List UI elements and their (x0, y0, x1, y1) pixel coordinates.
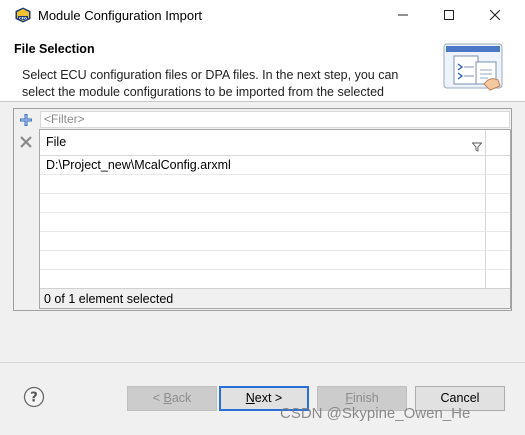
table-row[interactable] (40, 270, 510, 289)
remove-file-button[interactable] (18, 134, 34, 150)
help-icon[interactable]: ? (23, 386, 45, 408)
button-bar-separator (0, 362, 525, 363)
remove-x-icon (20, 136, 32, 148)
table-row[interactable] (40, 251, 510, 270)
wizard-header: File Selection Select ECU configuration … (0, 30, 525, 102)
maximize-button[interactable] (426, 0, 472, 30)
maximize-icon (444, 10, 454, 20)
table-row[interactable] (40, 194, 510, 213)
column-filter-icon[interactable] (472, 142, 482, 152)
finish-mnemonic: F (345, 391, 353, 405)
file-selection-panel: <Filter> File D:\Project_new\McalConfig.… (13, 108, 512, 311)
close-icon (490, 10, 500, 20)
file-table[interactable]: File D:\Project_new\McalConfig.arxml 0 o… (39, 129, 511, 309)
wizard-banner-icon (443, 43, 503, 91)
table-row[interactable] (40, 175, 510, 194)
add-file-button[interactable] (18, 112, 34, 128)
selection-status-bar: 0 of 1 element selected (40, 288, 510, 308)
table-rows: D:\Project_new\McalConfig.arxml (40, 156, 510, 289)
table-row[interactable] (40, 213, 510, 232)
back-button[interactable]: < Back (127, 386, 217, 411)
svg-text:CFG: CFG (19, 16, 27, 20)
add-plus-icon (20, 114, 32, 126)
filter-input[interactable]: <Filter> (40, 111, 510, 128)
svg-text:?: ? (30, 391, 38, 406)
window-title: Module Configuration Import (38, 8, 203, 23)
column-header-file[interactable]: File (40, 130, 510, 156)
side-toolbar (14, 109, 38, 310)
table-row[interactable]: D:\Project_new\McalConfig.arxml (40, 156, 510, 175)
selection-status: 0 of 1 element selected (44, 292, 174, 306)
page-title: File Selection (14, 42, 95, 56)
finish-label-rest: inish (352, 391, 379, 405)
page-description: Select ECU configuration files or DPA fi… (22, 68, 399, 99)
minimize-icon (398, 14, 408, 16)
back-label-rest: ack (171, 391, 192, 405)
next-mnemonic: N (245, 391, 255, 405)
back-mnemonic: B (163, 391, 172, 405)
back-label-prefix: < (152, 391, 164, 405)
minimize-button[interactable] (380, 0, 426, 30)
column-header-label: File (46, 135, 67, 149)
close-button[interactable] (472, 0, 518, 30)
watermark-text: CSDN @Skypine_Owen_He (280, 405, 471, 422)
next-label-rest: ext > (254, 391, 283, 405)
eb-tresos-app-icon: CFG (15, 7, 31, 23)
table-row[interactable] (40, 232, 510, 251)
title-bar: CFG Module Configuration Import (0, 0, 525, 30)
